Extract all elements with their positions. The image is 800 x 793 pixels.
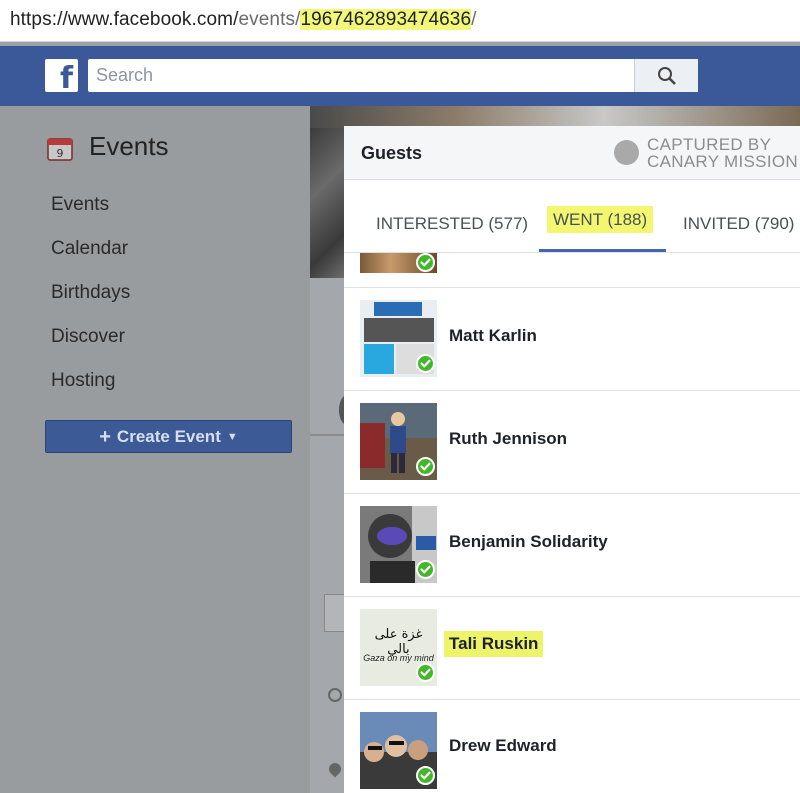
- guest-row[interactable]: Drew Edward: [344, 700, 800, 793]
- guest-row[interactable]: غزة على بالي Gaza on my mind Tali Ruskin: [344, 597, 800, 700]
- svg-text:9: 9: [57, 147, 64, 160]
- search-button[interactable]: [634, 59, 698, 92]
- guest-name[interactable]: Drew Edward: [449, 736, 557, 756]
- sidebar-item-discover[interactable]: Discover: [51, 326, 125, 348]
- url-suffix: /: [471, 9, 477, 30]
- calendar-icon: 9: [47, 138, 73, 161]
- watermark-line-2: CANARY MISSION: [647, 152, 798, 171]
- search-input[interactable]: [88, 59, 636, 92]
- url-text[interactable]: https://www.facebook.com/events/19674628…: [10, 9, 477, 31]
- sidebar-title: Events: [89, 131, 169, 161]
- check-icon: [416, 560, 435, 579]
- event-cover-photo-strip: [310, 106, 800, 128]
- check-icon: [416, 457, 435, 476]
- dialog-header: Guests CAPTURED BY CANARY MISSION: [344, 126, 800, 180]
- tab-went[interactable]: WENT (188): [547, 206, 654, 233]
- check-icon: [416, 663, 435, 682]
- dialog-title: Guests: [361, 143, 423, 163]
- guest-row[interactable]: [344, 253, 800, 288]
- sidebar-item-hosting[interactable]: Hosting: [51, 370, 115, 392]
- watermark: CAPTURED BY CANARY MISSION: [647, 136, 798, 170]
- caret-down-icon: ▼: [226, 430, 238, 443]
- guests-dialog: Guests CAPTURED BY CANARY MISSION INTERE…: [344, 126, 800, 793]
- tab-invited[interactable]: INVITED (790): [683, 214, 794, 234]
- sidebar-item-calendar[interactable]: Calendar: [51, 238, 128, 260]
- watermark-line-1: CAPTURED BY: [647, 135, 772, 154]
- avatar-caption-text: Gaza on my mind: [363, 653, 434, 663]
- search-box: [88, 59, 698, 92]
- facebook-logo-icon[interactable]: f: [45, 59, 78, 92]
- plus-icon: +: [99, 425, 111, 448]
- sidebar-item-events[interactable]: Events: [51, 194, 109, 216]
- guest-name[interactable]: Matt Karlin: [449, 326, 537, 346]
- canary-mission-logo-icon: [614, 140, 639, 165]
- guest-name-highlighted[interactable]: Tali Ruskin: [444, 631, 544, 657]
- guest-name[interactable]: Benjamin Solidarity: [449, 532, 608, 552]
- url-prefix: https://www.facebook.com/: [10, 9, 239, 30]
- search-icon: [657, 66, 676, 85]
- browser-url-bar[interactable]: https://www.facebook.com/events/19674628…: [0, 0, 800, 42]
- check-icon: [416, 766, 435, 785]
- guest-row[interactable]: Matt Karlin: [344, 288, 800, 391]
- url-path: events/: [238, 9, 301, 30]
- clock-icon: [328, 688, 342, 702]
- guest-name[interactable]: Ruth Jennison: [449, 429, 567, 449]
- create-event-button[interactable]: + Create Event ▼: [45, 420, 292, 453]
- url-event-id: 1967462893474636: [300, 9, 472, 30]
- guest-row[interactable]: Ruth Jennison: [344, 391, 800, 494]
- sidebar-item-birthdays[interactable]: Birthdays: [51, 282, 130, 304]
- tab-interested[interactable]: INTERESTED (577): [376, 214, 528, 234]
- check-icon: [416, 253, 435, 272]
- create-event-label: Create Event: [116, 426, 221, 446]
- tab-went-label: WENT (188): [547, 206, 654, 233]
- check-icon: [416, 354, 435, 373]
- guest-row[interactable]: Benjamin Solidarity: [344, 494, 800, 597]
